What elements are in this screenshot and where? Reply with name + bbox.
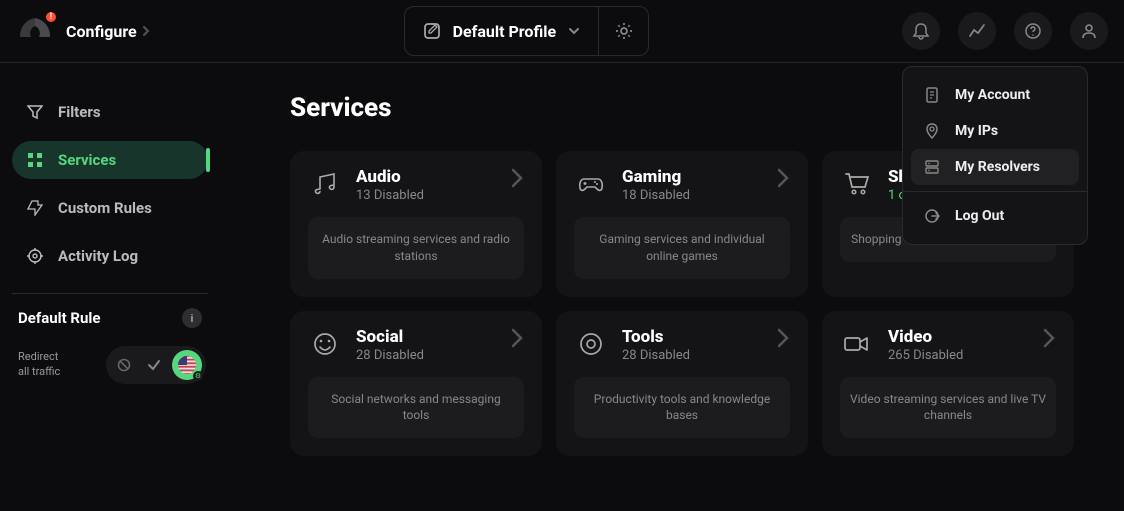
notifications-button[interactable]	[902, 12, 940, 50]
card-subtitle: 28 Disabled	[356, 348, 496, 363]
service-card-video[interactable]: Video 265 Disabled Video streaming servi…	[822, 311, 1074, 457]
card-title: Gaming	[622, 167, 762, 187]
chart-icon	[968, 22, 986, 40]
service-card-audio[interactable]: Audio 13 Disabled Audio streaming servic…	[290, 151, 542, 297]
configure-label: Configure	[66, 22, 137, 41]
card-subtitle: 18 Disabled	[622, 188, 762, 203]
cart-icon	[840, 167, 874, 201]
app-logo[interactable]: !	[16, 12, 54, 50]
sidebar-item-label: Activity Log	[58, 247, 138, 265]
grid-icon	[26, 151, 44, 169]
filter-icon	[26, 103, 44, 121]
service-card-tools[interactable]: Tools 28 Disabled Productivity tools and…	[556, 311, 808, 457]
service-card-gaming[interactable]: Gaming 18 Disabled Gaming services and i…	[556, 151, 808, 297]
dropdown-item-label: My Resolvers	[955, 159, 1040, 175]
dropdown-item-my-ips[interactable]: My IPs	[911, 113, 1079, 149]
notification-badge: !	[44, 10, 58, 24]
dropdown-item-label: My IPs	[955, 123, 998, 139]
sidebar-item-label: Filters	[58, 103, 101, 121]
chevron-right-icon	[141, 26, 151, 36]
redirect-label: Redirect all traffic	[18, 350, 60, 380]
sidebar-item-label: Custom Rules	[58, 199, 152, 217]
dropdown-item-my-resolvers[interactable]: My Resolvers	[911, 149, 1079, 185]
default-rule-label: Default Rule	[18, 309, 101, 327]
music-icon	[308, 167, 342, 201]
server-icon	[923, 159, 941, 175]
card-subtitle: 13 Disabled	[356, 188, 496, 203]
dropdown-item-logout[interactable]: Log Out	[911, 198, 1079, 234]
sidebar-item-activity-log[interactable]: Activity Log	[12, 237, 208, 275]
sidebar-item-services[interactable]: Services	[12, 141, 208, 179]
location-icon	[923, 123, 941, 139]
card-title: Tools	[622, 327, 762, 347]
help-icon	[1024, 22, 1042, 40]
edit-icon	[423, 22, 441, 40]
user-icon	[1080, 22, 1098, 40]
chevron-right-icon	[1042, 327, 1056, 349]
dropdown-item-my-account[interactable]: My Account	[911, 77, 1079, 113]
sidebar: Filters Services Custom Rules Activity L…	[0, 63, 220, 511]
dropdown-item-label: My Account	[955, 87, 1030, 103]
dropdown-item-label: Log Out	[955, 208, 1004, 224]
flag-settings-icon: ⚙	[193, 371, 203, 381]
redirect-toggle[interactable]: ⚙	[106, 346, 206, 384]
info-button[interactable]: i	[182, 308, 202, 328]
logout-icon	[923, 208, 941, 224]
header: ! Configure Default Profile	[0, 0, 1124, 63]
card-description: Social networks and messaging tools	[308, 377, 524, 439]
document-icon	[923, 87, 941, 103]
account-dropdown: My Account My IPs My Resolvers Log Out	[902, 66, 1088, 245]
chevron-right-icon	[776, 167, 790, 189]
sidebar-item-custom-rules[interactable]: Custom Rules	[12, 189, 208, 227]
account-button[interactable]	[1070, 12, 1108, 50]
card-description: Audio streaming services and radio stati…	[308, 217, 524, 279]
card-description: Video streaming services and live TV cha…	[840, 377, 1056, 439]
card-title: Audio	[356, 167, 496, 187]
profile-settings-button[interactable]	[598, 7, 648, 55]
card-title: Video	[888, 327, 1028, 347]
target-icon	[26, 247, 44, 265]
analytics-button[interactable]	[958, 12, 996, 50]
chevron-down-icon	[568, 25, 580, 37]
region-flag-us: ⚙	[172, 350, 202, 380]
video-icon	[840, 327, 874, 361]
chevron-right-icon	[510, 167, 524, 189]
help-button[interactable]	[1014, 12, 1052, 50]
profile-label: Default Profile	[453, 22, 557, 41]
profile-button[interactable]: Default Profile	[405, 7, 599, 55]
info-icon: i	[191, 312, 194, 325]
rules-icon	[26, 199, 44, 217]
block-off-icon	[110, 354, 138, 376]
chevron-right-icon	[510, 327, 524, 349]
card-description: Gaming services and individual online ga…	[574, 217, 790, 279]
chevron-right-icon	[776, 327, 790, 349]
card-description: Productivity tools and knowledge bases	[574, 377, 790, 439]
card-title: Social	[356, 327, 496, 347]
configure-breadcrumb[interactable]: Configure	[66, 22, 151, 41]
card-subtitle: 265 Disabled	[888, 348, 1028, 363]
service-card-social[interactable]: Social 28 Disabled Social networks and m…	[290, 311, 542, 457]
tools-icon	[574, 327, 608, 361]
profile-selector: Default Profile	[404, 6, 650, 56]
check-icon	[140, 354, 168, 376]
dropdown-separator	[903, 191, 1087, 192]
sidebar-item-label: Services	[58, 151, 116, 169]
sidebar-item-filters[interactable]: Filters	[12, 93, 208, 131]
card-subtitle: 28 Disabled	[622, 348, 762, 363]
gear-icon	[614, 21, 634, 41]
bell-icon	[912, 22, 930, 40]
gamepad-icon	[574, 167, 608, 201]
smile-icon	[308, 327, 342, 361]
